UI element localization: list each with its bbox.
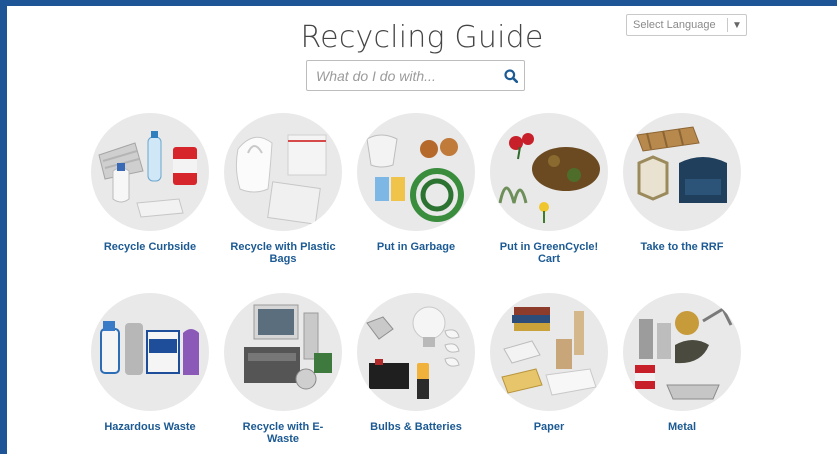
garbage-icon[interactable] — [357, 113, 475, 231]
page-frame: Recycling Guide Select Language ▼ What d… — [7, 6, 837, 454]
category-take-to-rrf[interactable]: Take to the RRF — [616, 113, 748, 253]
category-label: Hazardous Waste — [104, 421, 196, 433]
category-label: Recycle with E-Waste — [242, 421, 324, 445]
category-recycle-curbside[interactable]: Recycle Curbside — [84, 113, 216, 253]
category-paper[interactable]: Paper — [483, 293, 615, 433]
category-recycle-e-waste[interactable]: Recycle with E-Waste — [217, 293, 349, 445]
search-button[interactable] — [498, 62, 524, 90]
category-greencycle-cart[interactable]: Put in GreenCycle! Cart — [483, 113, 615, 265]
category-label: Paper — [533, 421, 565, 433]
language-select[interactable]: Select Language ▼ — [626, 14, 747, 36]
category-recycle-plastic-bags[interactable]: Recycle with Plastic Bags — [217, 113, 349, 265]
e-waste-icon[interactable] — [224, 293, 342, 411]
category-label: Recycle Curbside — [103, 241, 197, 253]
category-label: Take to the RRF — [640, 241, 724, 253]
category-label: Put in Garbage — [376, 241, 456, 253]
greencycle-icon[interactable] — [490, 113, 608, 231]
search-icon — [504, 68, 518, 83]
plastic-bags-icon[interactable] — [224, 113, 342, 231]
category-hazardous-waste[interactable]: Hazardous Waste — [84, 293, 216, 433]
rrf-icon[interactable] — [623, 113, 741, 231]
language-select-value: Select Language — [633, 19, 716, 31]
chevron-down-icon[interactable]: ▼ — [728, 20, 746, 31]
recycle-curbside-icon[interactable] — [91, 113, 209, 231]
metal-icon[interactable] — [623, 293, 741, 411]
search-box — [306, 60, 525, 91]
category-put-in-garbage[interactable]: Put in Garbage — [350, 113, 482, 253]
search-input[interactable] — [307, 61, 498, 90]
bulbs-batteries-icon[interactable] — [357, 293, 475, 411]
hazardous-waste-icon[interactable] — [91, 293, 209, 411]
category-label: Metal — [667, 421, 697, 433]
category-label: Put in GreenCycle! Cart — [499, 241, 599, 265]
category-label: Recycle with Plastic Bags — [230, 241, 336, 265]
category-label: Bulbs & Batteries — [370, 421, 462, 433]
paper-icon[interactable] — [490, 293, 608, 411]
category-bulbs-batteries[interactable]: Bulbs & Batteries — [350, 293, 482, 433]
category-metal[interactable]: Metal — [616, 293, 748, 433]
